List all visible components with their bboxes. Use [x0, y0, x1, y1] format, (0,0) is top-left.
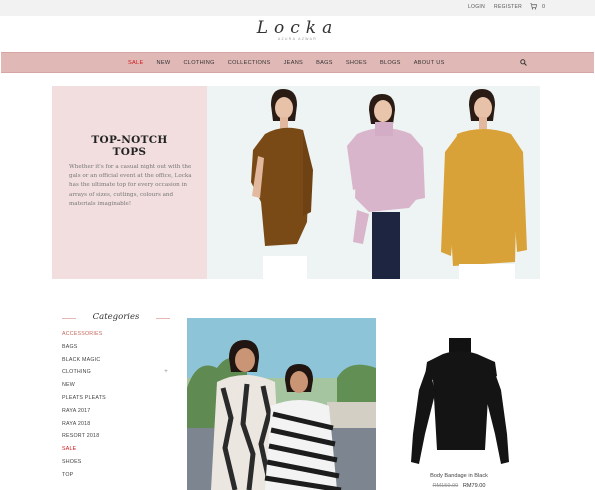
category-label: SHOES — [62, 458, 82, 465]
nav-item-about-us[interactable]: ABOUT US — [414, 60, 445, 66]
search-icon[interactable] — [520, 59, 527, 66]
product-price: RM159.00 RM79.00 — [393, 483, 525, 489]
logo-tagline: AZURA AZWAR — [277, 37, 318, 41]
category-item-accessories[interactable]: ACCESSORIES — [62, 328, 170, 341]
nav-item-jeans[interactable]: JEANS — [284, 60, 304, 66]
categories-header: Categories — [62, 312, 170, 326]
hero-title-line1: TOP-NOTCH — [91, 134, 168, 146]
nav-item-sale[interactable]: SALE — [128, 60, 144, 66]
product-image-black-top — [411, 338, 509, 464]
category-label: NEW — [62, 382, 75, 389]
product-old-price: RM159.00 — [432, 483, 459, 489]
product-name[interactable]: Body Bandage in Black — [393, 473, 525, 479]
cart-count: 0 — [541, 3, 545, 10]
hero-title: TOP-NOTCH TOPS — [52, 134, 207, 158]
category-label: ACCESSORIES — [62, 331, 103, 337]
hero-text-panel: TOP-NOTCH TOPS Whether it's for a casual… — [52, 86, 207, 279]
page: LOGIN REGISTER 0 Locka AZURA AZWAR SALE N… — [0, 0, 595, 490]
category-item-top[interactable]: TOP — [62, 469, 170, 482]
category-label: RAYA 2018 — [62, 420, 91, 427]
category-item-raya-2018[interactable]: RAYA 2018 — [62, 418, 170, 431]
hero-models-illustration — [207, 86, 540, 279]
nav-item-new[interactable]: NEW — [157, 60, 171, 66]
hero-image — [207, 86, 540, 279]
category-item-new[interactable]: NEW — [62, 379, 170, 392]
register-link[interactable]: REGISTER — [494, 4, 522, 10]
expand-plus-icon[interactable]: + — [164, 366, 168, 379]
login-link[interactable]: LOGIN — [468, 4, 485, 10]
cart-icon — [530, 3, 537, 10]
category-label: TOP — [62, 471, 74, 478]
category-item-shoes[interactable]: SHOES — [62, 456, 170, 469]
hero-banner[interactable]: TOP-NOTCH TOPS Whether it's for a casual… — [52, 86, 540, 279]
hero-title-line2: TOPS — [112, 145, 147, 158]
category-item-sale[interactable]: SALE — [62, 443, 170, 456]
category-item-bags[interactable]: BAGS — [62, 341, 170, 354]
nav-item-bags[interactable]: BAGS — [316, 60, 333, 66]
category-label: SALE — [62, 446, 77, 453]
category-label: RAYA 2017 — [62, 407, 91, 414]
site-logo[interactable]: Locka AZURA AZWAR — [0, 18, 595, 41]
nav-menu: SALE NEW CLOTHING COLLECTIONS JEANS BAGS SHOES… — [128, 53, 458, 72]
hero-description: Whether it's for a casual night out with… — [69, 164, 192, 207]
category-label: RESORT 2018 — [62, 433, 100, 440]
nav-item-blogs[interactable]: BLOGS — [380, 60, 401, 66]
category-label: CLOTHING — [62, 369, 91, 376]
divider — [156, 318, 170, 319]
cart-button[interactable]: 0 — [530, 3, 545, 10]
category-item-resort-2018[interactable]: RESORT 2018 — [62, 430, 170, 443]
category-item-black-magic[interactable]: BLACK MAGIC — [62, 354, 170, 367]
logo-brand: Locka — [256, 18, 339, 38]
nav-item-shoes[interactable]: SHOES — [346, 60, 367, 66]
category-label: BAGS — [62, 343, 78, 350]
top-utility-bar: LOGIN REGISTER 0 — [0, 0, 595, 16]
nav-item-collections[interactable]: COLLECTIONS — [228, 60, 271, 66]
categories-title: Categories — [92, 312, 140, 322]
category-item-pleats-pleats[interactable]: PLEATS PLEATS — [62, 392, 170, 405]
product-card[interactable]: Body Bandage in Black RM159.00 RM79.00 — [393, 318, 525, 490]
lifestyle-photo-illustration — [187, 318, 376, 490]
category-label: PLEATS PLEATS — [62, 394, 106, 401]
nav-item-clothing[interactable]: CLOTHING — [183, 60, 214, 66]
category-label: BLACK MAGIC — [62, 356, 101, 363]
lifestyle-photo[interactable] — [187, 318, 376, 490]
category-item-raya-2017[interactable]: RAYA 2017 — [62, 405, 170, 418]
category-list: ACCESSORIES BAGS BLACK MAGIC CLOTHING + NEW PL… — [62, 328, 170, 482]
category-item-clothing[interactable]: CLOTHING + — [62, 366, 170, 379]
main-navigation: SALE NEW CLOTHING COLLECTIONS JEANS BAGS SHOES… — [1, 52, 594, 73]
product-sale-price: RM79.00 — [462, 483, 486, 489]
categories-sidebar: Categories ACCESSORIES BAGS BLACK MAGIC CLO… — [62, 312, 170, 482]
